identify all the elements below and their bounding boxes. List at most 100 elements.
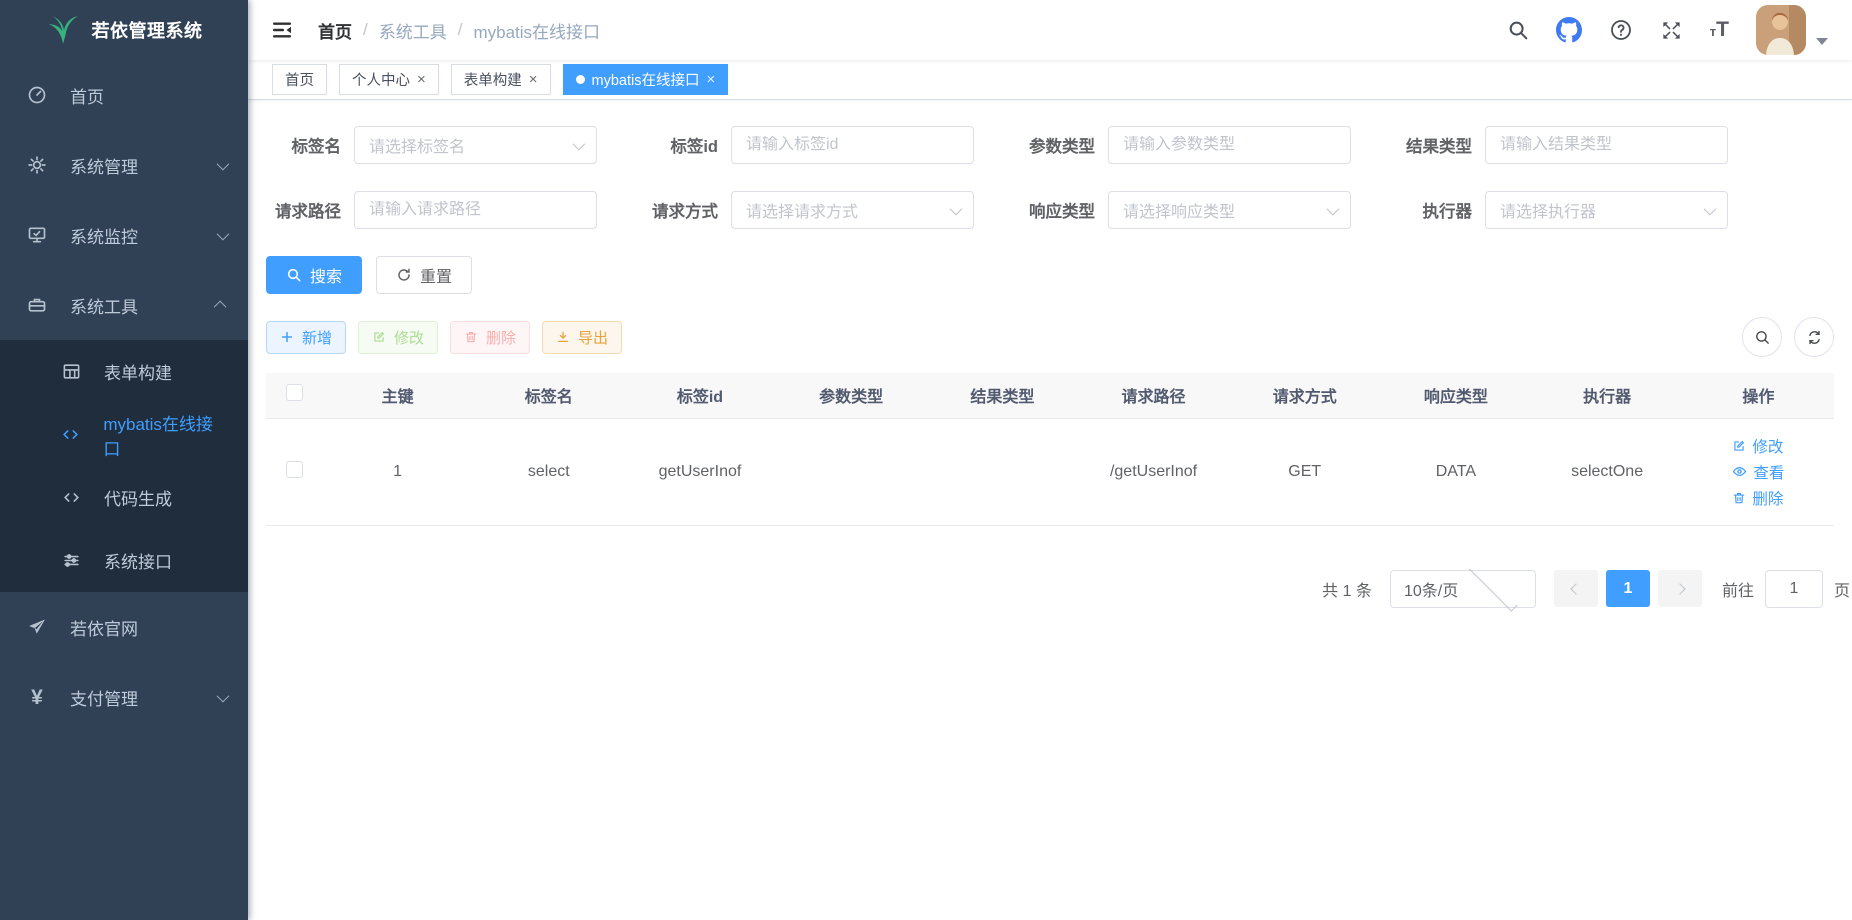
search-icon[interactable] xyxy=(1507,19,1529,41)
tab-form-builder[interactable]: 表单构建 × xyxy=(451,64,551,95)
export-button[interactable]: 导出 xyxy=(542,321,622,354)
close-icon[interactable]: × xyxy=(417,72,426,87)
chevron-down-icon xyxy=(217,687,226,707)
next-page-button[interactable] xyxy=(1658,570,1702,607)
main-panel: 首页 / 系统工具 / mybatis在线接口 тT xyxy=(248,0,1852,920)
field-label: 请求路径 xyxy=(266,198,354,222)
breadcrumb-separator: / xyxy=(458,20,463,40)
reset-button[interactable]: 重置 xyxy=(376,256,472,294)
sidebar-item-system-manage[interactable]: 系统管理 xyxy=(0,130,248,200)
tag-name-select[interactable]: 请选择标签名 xyxy=(354,126,597,164)
sidebar-item-label: 系统监控 xyxy=(70,223,138,248)
select-all-checkbox[interactable] xyxy=(286,384,303,401)
logo-leaf-icon xyxy=(46,13,80,47)
add-button[interactable]: 新增 xyxy=(266,321,346,354)
sidebar-item-code-gen[interactable]: 代码生成 xyxy=(0,466,248,529)
cell-response-type: DATA xyxy=(1380,418,1531,525)
col-tag-id: 标签id xyxy=(624,373,775,418)
sidebar-toggle-icon[interactable] xyxy=(270,18,294,42)
request-method-select[interactable]: 请选择请求方式 xyxy=(731,191,974,229)
col-tag-name: 标签名 xyxy=(473,373,624,418)
col-param-type: 参数类型 xyxy=(776,373,927,418)
sidebar-item-label: 支付管理 xyxy=(70,685,138,710)
edit-icon xyxy=(1732,439,1746,453)
user-menu[interactable] xyxy=(1756,5,1828,55)
page-jumper: 前往 页 xyxy=(1722,570,1850,608)
pagination-total: 共 1 条 xyxy=(1322,577,1372,601)
page-content: 标签名 请选择标签名 标签id 参数类型 xyxy=(248,100,1852,920)
toggle-search-button[interactable] xyxy=(1742,317,1782,357)
param-type-input[interactable] xyxy=(1123,136,1336,154)
row-edit-link[interactable]: 修改 xyxy=(1732,435,1783,457)
tag-id-input[interactable] xyxy=(746,136,959,154)
page-number-active[interactable]: 1 xyxy=(1606,570,1650,607)
app-root: 若依管理系统 首页 系统管理 系统监控 xyxy=(0,0,1852,920)
field-tag-name: 标签名 请选择标签名 xyxy=(266,126,597,164)
navbar-actions: тT xyxy=(1507,5,1828,55)
row-view-link[interactable]: 查看 xyxy=(1732,461,1784,483)
sliders-icon xyxy=(60,550,82,572)
cell-actions: 修改 查看 删除 xyxy=(1683,418,1834,525)
sidebar-item-mybatis-api[interactable]: mybatis在线接口 xyxy=(0,403,248,466)
sidebar-menu: 首页 系统管理 系统监控 系统工具 xyxy=(0,60,248,732)
prev-page-button[interactable] xyxy=(1554,570,1598,607)
sidebar-item-label: 表单构建 xyxy=(104,359,172,384)
goto-page-input[interactable] xyxy=(1765,570,1823,608)
breadcrumb-current-page: mybatis在线接口 xyxy=(473,18,600,43)
param-type-input-wrap xyxy=(1108,126,1351,164)
field-result-type: 结果类型 xyxy=(1397,126,1728,164)
result-type-input[interactable] xyxy=(1500,136,1713,154)
search-actions: 搜索 重置 xyxy=(266,256,1834,294)
cell-result-type xyxy=(927,418,1078,525)
sidebar-item-system-api[interactable]: 系统接口 xyxy=(0,529,248,592)
field-label: 执行器 xyxy=(1397,198,1485,222)
monitor-icon xyxy=(26,224,48,246)
sidebar-item-system-monitor[interactable]: 系统监控 xyxy=(0,200,248,270)
table-tools xyxy=(1742,317,1834,357)
app-logo[interactable]: 若依管理系统 xyxy=(0,0,248,60)
field-tag-id: 标签id xyxy=(643,126,974,164)
font-size-icon[interactable]: тT xyxy=(1710,18,1729,42)
row-checkbox[interactable] xyxy=(286,461,303,478)
row-delete-link[interactable]: 删除 xyxy=(1732,487,1783,509)
caret-down-icon xyxy=(1816,38,1828,45)
tab-mybatis-api[interactable]: mybatis在线接口 × xyxy=(563,64,729,95)
col-response-type: 响应类型 xyxy=(1380,373,1531,418)
close-icon[interactable]: × xyxy=(529,72,538,87)
chevron-down-icon xyxy=(573,137,586,150)
delete-button[interactable]: 删除 xyxy=(450,321,530,354)
paper-plane-icon xyxy=(26,616,48,638)
page-size-select[interactable]: 10条/页 xyxy=(1390,570,1536,608)
yen-icon: ¥ xyxy=(26,686,48,708)
select-placeholder: 请选择响应类型 xyxy=(1123,198,1327,222)
request-path-input[interactable] xyxy=(369,201,582,219)
sidebar-item-home[interactable]: 首页 xyxy=(0,60,248,130)
sidebar-item-label: 系统工具 xyxy=(70,293,138,318)
sidebar-item-system-tools[interactable]: 系统工具 xyxy=(0,270,248,340)
code-icon xyxy=(60,424,81,446)
close-icon[interactable]: × xyxy=(707,72,716,87)
response-type-select[interactable]: 请选择响应类型 xyxy=(1108,191,1351,229)
github-icon[interactable] xyxy=(1556,17,1582,43)
field-request-method: 请求方式 请选择请求方式 xyxy=(643,191,974,229)
avatar[interactable] xyxy=(1756,5,1806,55)
chevron-down-icon xyxy=(1469,563,1517,611)
refresh-button[interactable] xyxy=(1794,317,1834,357)
sidebar-item-form-builder[interactable]: 表单构建 xyxy=(0,340,248,403)
search-button[interactable]: 搜索 xyxy=(266,256,362,294)
fullscreen-icon[interactable] xyxy=(1660,19,1683,42)
col-actions: 操作 xyxy=(1683,373,1834,418)
sidebar-item-official-site[interactable]: 若依官网 xyxy=(0,592,248,662)
field-response-type: 响应类型 请选择响应类型 xyxy=(1020,191,1351,229)
breadcrumb-home[interactable]: 首页 xyxy=(318,18,352,43)
help-icon[interactable] xyxy=(1609,18,1633,42)
sidebar-item-label: 若依官网 xyxy=(70,615,138,640)
sidebar-item-label: 首页 xyxy=(70,83,104,108)
tab-home[interactable]: 首页 xyxy=(272,64,327,95)
executor-select[interactable]: 请选择执行器 xyxy=(1485,191,1728,229)
field-label: 请求方式 xyxy=(643,198,731,222)
edit-button[interactable]: 修改 xyxy=(358,321,438,354)
tab-profile[interactable]: 个人中心 × xyxy=(339,64,439,95)
tags-view-bar: 首页 个人中心 × 表单构建 × mybatis在线接口 × xyxy=(248,60,1852,100)
sidebar-item-payment[interactable]: ¥ 支付管理 xyxy=(0,662,248,732)
